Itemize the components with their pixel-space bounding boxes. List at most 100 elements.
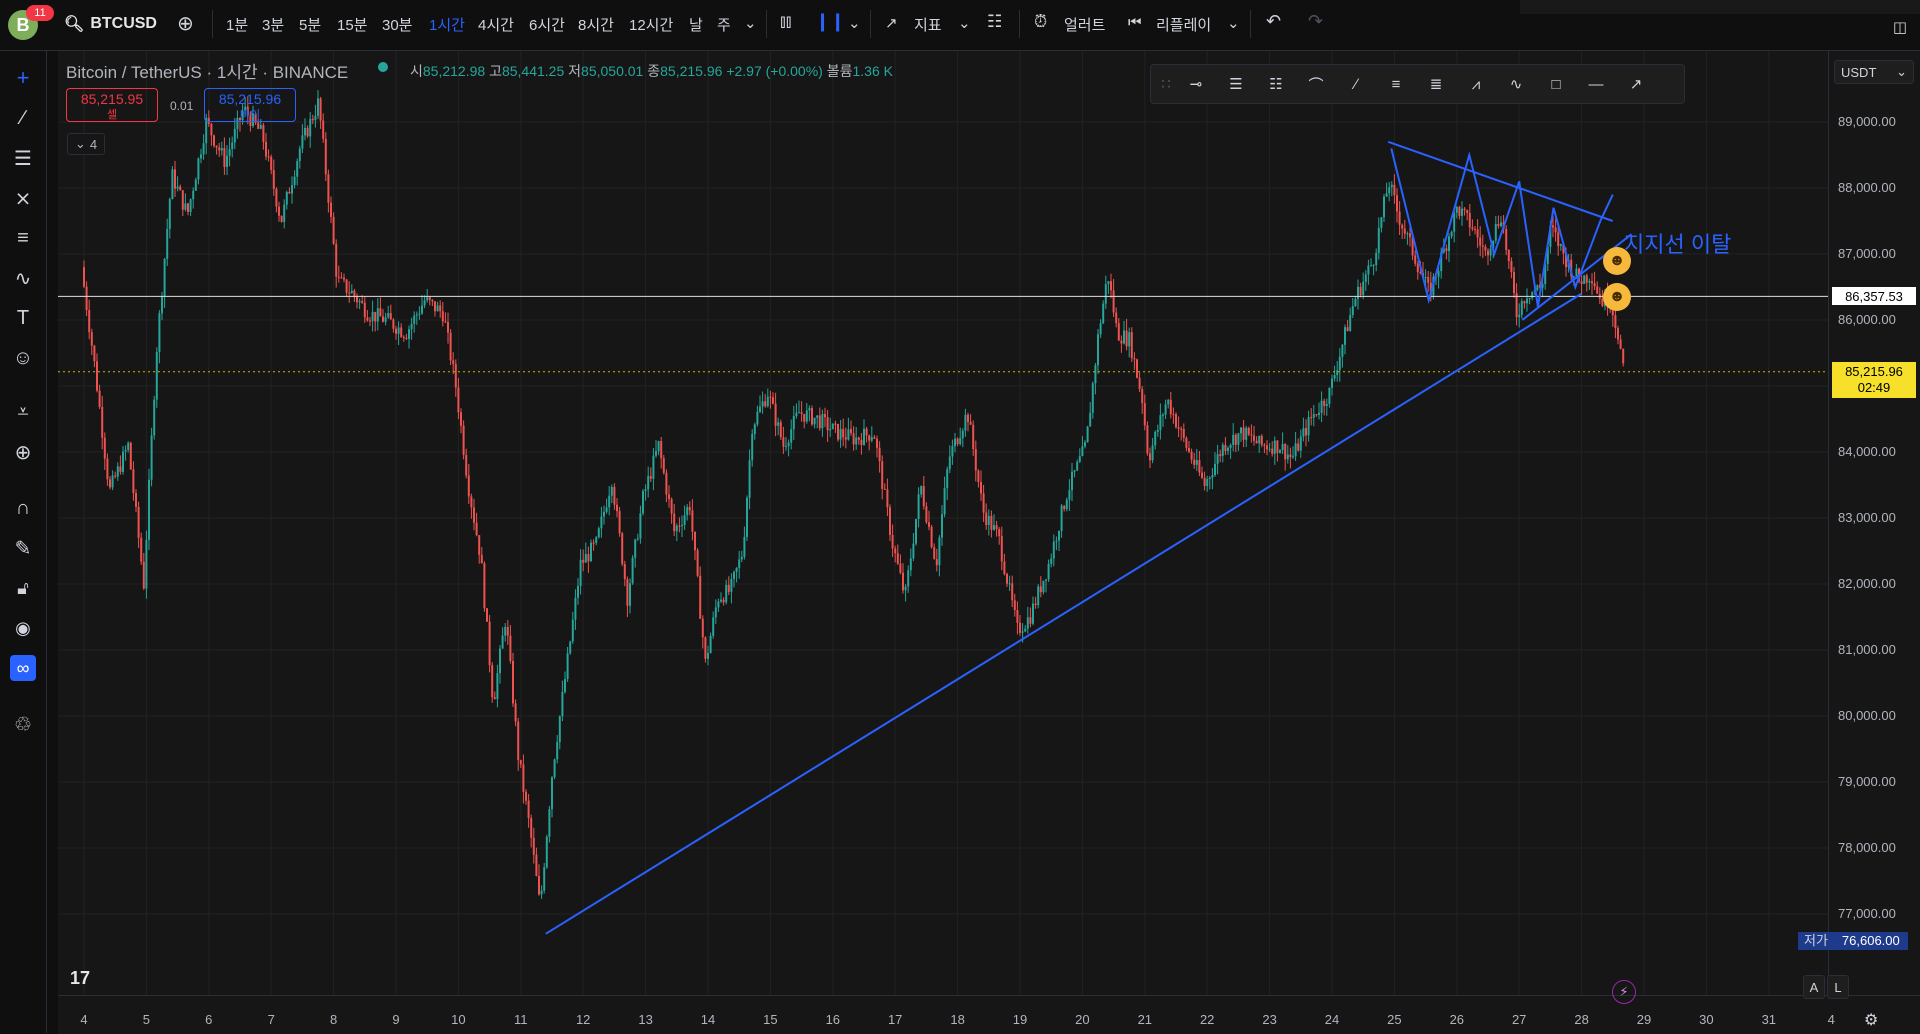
eye-icon[interactable]: ◉ [10,615,36,641]
redo-icon[interactable]: ↷ [1308,11,1323,32]
candle-body [1458,206,1461,216]
pattern-icon[interactable]: ∿ [10,265,36,291]
parallel-channel-icon[interactable]: ☰ [1219,69,1253,99]
chart-pane[interactable] [58,51,1832,995]
interval-1m[interactable]: 1분 [226,14,248,35]
gann-fan-icon[interactable]: ≡ [10,225,36,251]
drag-handle-icon[interactable]: ∷ [1159,69,1173,99]
interval-15m[interactable]: 15분 [337,14,368,35]
interval-30m[interactable]: 30분 [382,14,413,35]
smiley-emoji-icon[interactable]: ☻ [1603,283,1631,311]
interval-week[interactable]: 주 [717,14,731,35]
candle-body [811,408,813,425]
lightning-icon[interactable]: ⚡︎ [1612,980,1636,1004]
market-status-icon[interactable] [378,62,388,72]
candle-body [816,415,819,418]
candle-body [1167,399,1170,405]
candle-body [699,575,702,619]
undo-icon[interactable]: ↶ [1266,11,1281,32]
candle-body [1065,499,1068,510]
horizontal-line-icon[interactable]: — [1579,69,1613,99]
interval-3m[interactable]: 3분 [262,14,284,35]
time-tick: 20 [1075,1012,1090,1027]
crosshair-icon[interactable]: + [10,65,36,91]
candle-body [1214,463,1216,476]
fib-retracement-icon[interactable]: ≣ [1419,69,1453,99]
interval-day[interactable]: 날 [689,14,703,35]
interval-4h[interactable]: 4시간 [478,14,514,35]
text-tool-icon[interactable]: T [10,305,36,331]
candle-body [83,267,85,287]
candle-body [629,583,631,606]
trash-icon[interactable]: ♲ [10,711,36,737]
fib-channel-icon[interactable]: ≡ [1379,69,1413,99]
candle-body [304,127,306,136]
side-panel-icon[interactable]: ◫ [1880,12,1920,42]
indicators-icon[interactable]: ↗ [885,14,898,32]
stay-in-drawing-mode-icon[interactable]: ✎ [10,535,36,561]
candle-body [1390,184,1393,188]
candle-body [748,460,751,498]
bar-chart-icon[interactable]: ⫾⫾ [780,11,792,32]
link-icon[interactable]: ∞ [10,655,36,681]
candle-body [1089,412,1092,427]
symbol-search[interactable]: 🔍︎ BTCUSD [64,14,157,34]
interval-8h[interactable]: 8시간 [578,14,614,35]
candle-body [707,653,709,659]
tradingview-logo[interactable]: 17 [70,968,90,989]
candle-body [717,601,720,608]
candle-body [1588,281,1591,283]
candle-body [777,422,780,426]
legend-collapse-button[interactable]: ⌄ 4 [67,133,105,155]
candle-body [454,363,457,388]
interval-12h[interactable]: 12시간 [629,14,673,35]
replay-icon[interactable]: ⏮︎ [1128,14,1142,31]
pitchfork-icon[interactable]: ⨯ [10,185,36,211]
auto-scale-button[interactable]: A [1803,975,1825,999]
trend-line-icon[interactable]: ∕ [10,105,36,131]
rectangle-icon[interactable]: □ [1539,69,1573,99]
log-scale-button[interactable]: L [1827,975,1849,999]
candle-body [257,122,260,129]
buy-button[interactable]: 85,215.96 바이 [204,88,296,122]
candle-body [106,458,109,480]
magnet-icon[interactable]: ∩ [10,495,36,521]
replay-button[interactable]: 리플레이 [1156,14,1211,35]
chevron-down-icon[interactable]: ⌄ [958,14,971,32]
candle-body [1164,404,1167,415]
candle-body [1102,303,1105,324]
candle-body [283,204,286,222]
indicators-button[interactable]: 지표 [914,14,942,35]
chevron-down-icon[interactable]: ⌄ [848,14,861,32]
compare-add-icon[interactable]: ⊕ [177,11,194,36]
horizontal-ray-icon[interactable]: ⊸ [1179,69,1213,99]
curve-icon[interactable]: ⌒ [1299,69,1333,99]
candle-body [1476,229,1479,238]
smiley-emoji-icon[interactable]: ☻ [1603,247,1631,275]
alarm-clock-icon[interactable]: ⏰︎ [1034,12,1047,32]
xabcd-pattern-icon[interactable]: ⩘ [1459,69,1493,99]
layout-grid-icon[interactable]: ☷ [987,12,1002,32]
interval-1h[interactable]: 1시간 [429,14,465,35]
currency-select[interactable]: USDT ⌄ [1834,60,1914,84]
chevron-down-icon[interactable]: ⌄ [1227,14,1240,32]
candle-body [722,599,725,603]
fib-retracement-icon[interactable]: ☰ [10,145,36,171]
trend-line-icon[interactable]: ∕ [1339,69,1373,99]
chevron-down-icon[interactable]: ⌄ [744,14,757,32]
zoom-in-icon[interactable]: ⊕ [10,439,36,465]
lock-icon[interactable]: 🔓︎ [10,575,36,601]
regression-channel-icon[interactable]: ☷ [1259,69,1293,99]
candlestick-icon[interactable]: ❙❙ [815,11,845,32]
alert-button[interactable]: 얼러트 [1064,14,1105,35]
gear-icon[interactable]: ⚙︎ [1864,1010,1878,1030]
path-icon[interactable]: ↗ [1619,69,1653,99]
ruler-icon[interactable]: ⩡ [10,399,36,425]
emoji-icon[interactable]: ☺ [10,345,36,371]
sell-button[interactable]: 85,215.95 셀 [66,88,158,122]
chart-annotation-text[interactable]: 지지선 이탈 [1624,227,1731,259]
interval-5m[interactable]: 5분 [299,14,321,35]
interval-6h[interactable]: 6시간 [529,14,565,35]
price-tick: 77,000.00 [1838,906,1896,921]
abcd-pattern-icon[interactable]: ∿ [1499,69,1533,99]
